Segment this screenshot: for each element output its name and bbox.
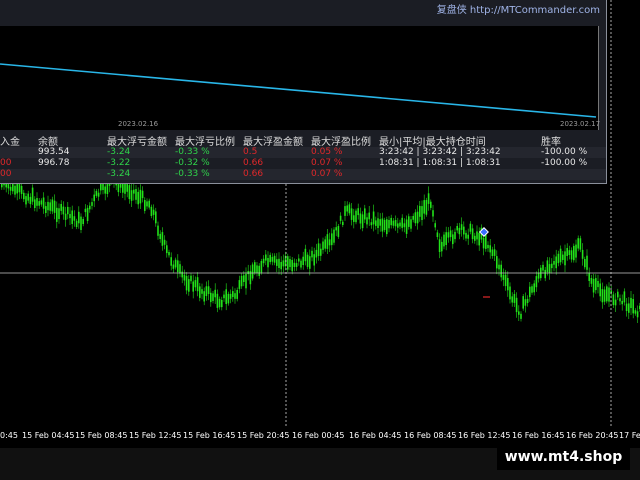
time-tick: 0:45 [0, 431, 18, 440]
table-row: 993.54 -3.24 -0.33 % 0.5 0.05 % 3:23:42 … [0, 147, 606, 158]
header-deposit: 入金 [0, 137, 20, 148]
header-hold-time: 最小|平均|最大持仓时间 [379, 137, 486, 148]
time-tick: 16 Feb 08:45 [404, 431, 457, 440]
backtest-stats-panel: 复盘侠 http://MTCommander.com 2023.02.16 20… [0, 0, 607, 184]
watermark-label: www.mt4.shop [497, 444, 630, 470]
equity-curve-box [0, 26, 599, 130]
time-tick: 16 Feb 12:45 [458, 431, 511, 440]
equity-date-right: 2023.02.17 [560, 120, 601, 128]
time-tick: 15 Feb 04:45 [22, 431, 75, 440]
time-tick: 15 Feb 16:45 [183, 431, 236, 440]
time-tick: 16 Feb 16:45 [512, 431, 565, 440]
equity-date-left: 2023.02.16 [118, 120, 159, 128]
equity-curve [0, 63, 597, 118]
time-tick: 15 Feb 20:45 [237, 431, 290, 440]
table-row: 00 996.78 -3.22 -0.32 % 0.66 0.07 % 1:08… [0, 158, 606, 169]
candles [1, 168, 640, 323]
header-max-float-loss-pct: 最大浮亏比例 [175, 137, 235, 148]
table-row: 00 -3.24 -0.33 % 0.66 0.07 % [0, 169, 606, 180]
header-max-float-loss: 最大浮亏金额 [107, 137, 167, 148]
time-tick: 16 Feb 00:45 [292, 431, 345, 440]
brand-link[interactable]: 复盘侠 http://MTCommander.com [437, 1, 600, 16]
time-tick: 17 Fe [619, 431, 640, 440]
header-max-float-profit: 最大浮盈金额 [243, 137, 303, 148]
header-max-float-profit-pct: 最大浮盈比例 [311, 137, 371, 148]
time-tick: 15 Feb 12:45 [129, 431, 182, 440]
stats-table: 入金 余额 最大浮亏金额 最大浮亏比例 最大浮盈金额 最大浮盈比例 最小|平均|… [0, 131, 606, 183]
time-tick: 16 Feb 04:45 [349, 431, 402, 440]
equity-line [0, 63, 597, 118]
time-tick: 16 Feb 20:45 [566, 431, 619, 440]
header-balance: 余额 [38, 137, 58, 148]
header-win-rate: 胜率 [541, 137, 561, 148]
time-tick: 15 Feb 08:45 [75, 431, 128, 440]
